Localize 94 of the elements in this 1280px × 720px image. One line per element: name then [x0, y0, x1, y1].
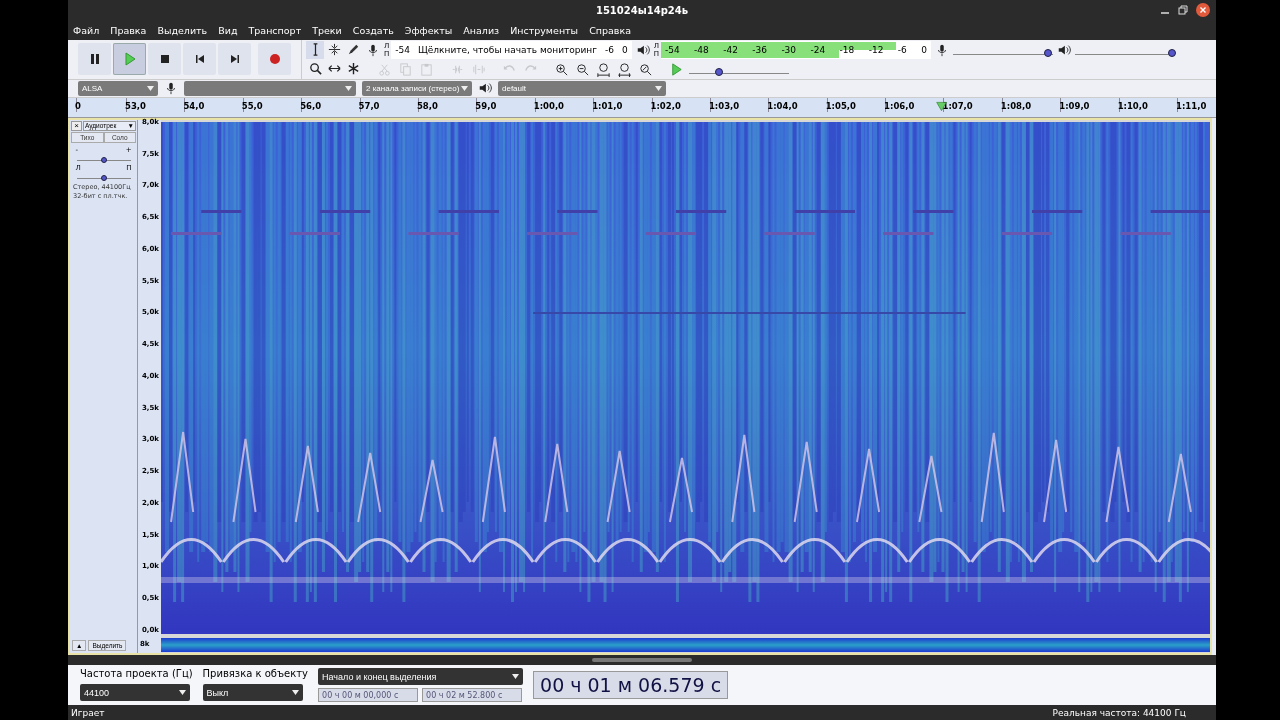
selection-mode-dropdown[interactable]: Начало и конец выделения	[318, 668, 524, 686]
time-label: 58,0	[417, 97, 477, 112]
menu-item[interactable]: Инструменты	[510, 25, 579, 37]
close-icon[interactable]	[1196, 3, 1210, 17]
menu-item[interactable]: Транспорт	[248, 25, 302, 37]
fit-selection-button[interactable]	[595, 60, 612, 78]
meter-tick-label: -18	[839, 44, 855, 55]
copy-icon	[398, 61, 413, 77]
menu-item[interactable]: Файл	[73, 25, 100, 37]
pause-button[interactable]	[78, 43, 111, 76]
selection-start-field[interactable]: 00 ч 00 м 00,000 с	[318, 688, 419, 703]
meter-tick-label: -36	[752, 44, 767, 55]
speaker-icon	[1056, 42, 1071, 57]
skip-start-button[interactable]	[183, 43, 216, 76]
time-label: 59,0	[476, 97, 535, 112]
recording-channels-dropdown[interactable]: 2 канала записи (стерео)	[362, 80, 472, 96]
meter-tick-label: -24	[810, 44, 826, 55]
skip-end-button[interactable]	[218, 43, 251, 76]
time-label: 57,0	[359, 97, 418, 112]
project-rate-label: Частота проекта (Гц)	[80, 668, 193, 680]
caret-icon	[147, 85, 154, 91]
zoom-icon	[307, 61, 323, 77]
time-label: 1:08,0	[1001, 97, 1061, 112]
time-label: 1:09,0	[1060, 97, 1119, 112]
snap-to-label: Привязка к объекту	[202, 668, 309, 680]
time-label: 53,0	[126, 97, 185, 112]
slider-thumb[interactable]	[715, 68, 723, 77]
restore-icon[interactable]	[1178, 5, 1188, 15]
slider-thumb[interactable]	[100, 174, 107, 181]
slider-thumb[interactable]	[1167, 48, 1176, 57]
menu-item[interactable]: Треки	[312, 25, 342, 37]
caret-icon	[512, 674, 520, 680]
record-button[interactable]	[258, 43, 291, 76]
fit-selection-icon	[596, 61, 611, 77]
menu-item[interactable]: Эффекты	[404, 25, 453, 37]
fit-project-icon	[617, 61, 632, 77]
menu-item[interactable]: Анализ	[463, 25, 500, 37]
slider-thumb[interactable]	[100, 156, 107, 163]
status-text: Реальная частота: 44100 Гц	[1052, 707, 1186, 718]
time-label: 0	[76, 97, 126, 112]
menu-item[interactable]: Создать	[352, 25, 394, 37]
timeline-ruler[interactable]: 0 53,0 54,0 55,0 56,0 57,0 58,0 59,0 1:00,0 1:01,0 1:02,0 1:03,0 1:04,0 1:05,0 1:06,0 1:07,0 1:08,0 1:09,0 1:10,0 1:11,0	[68, 97, 1216, 118]
menu-item[interactable]: Правка	[110, 25, 147, 37]
stop-button[interactable]	[148, 43, 181, 76]
meter-tick-label: -6	[897, 44, 907, 55]
record-meter[interactable]: -54 Щёлкните, чтобы начать мониторинг -6 0	[391, 40, 632, 59]
zoom-in-icon	[554, 61, 569, 77]
caret-icon	[291, 690, 299, 696]
time-label: 1:01,0	[593, 97, 652, 112]
time-label: 54,0	[184, 97, 243, 112]
window-title: 151024ы14р24ь	[595, 5, 689, 17]
time-label: 1:00,0	[534, 97, 594, 112]
meter-tick-label: -48	[694, 44, 709, 55]
time-label: 1:04,0	[768, 97, 827, 112]
time-label: 1:11,0	[1177, 97, 1236, 112]
envelope-icon	[326, 42, 342, 58]
meter-tick-label: -30	[781, 44, 797, 55]
project-rate-dropdown[interactable]: 44100	[80, 684, 190, 702]
menu-item[interactable]: Вид	[218, 25, 238, 37]
caret-icon	[179, 690, 186, 696]
snap-to-dropdown[interactable]: Выкл	[202, 684, 303, 702]
time-label: 1:10,0	[1118, 97, 1178, 112]
play-icon	[669, 61, 684, 77]
time-label: 1:03,0	[709, 97, 769, 112]
recording-device-dropdown[interactable]	[184, 80, 356, 96]
meter-tick-label: -42	[723, 44, 738, 55]
time-label: 56,0	[301, 97, 360, 112]
caret-icon	[461, 85, 468, 91]
time-label: 55,0	[242, 97, 302, 112]
fit-project-button[interactable]	[616, 60, 633, 78]
caret-icon	[655, 85, 662, 91]
time-label: 1:02,0	[651, 97, 710, 112]
paste-icon	[419, 61, 434, 77]
playback-device-dropdown[interactable]: default	[498, 80, 666, 96]
meter-tick-label: -54	[664, 44, 680, 55]
close-track-button[interactable]: ×	[71, 120, 82, 131]
zoom-toggle-icon	[638, 61, 653, 77]
zoom-out-icon	[575, 61, 590, 77]
menu-item[interactable]: Выделить	[157, 25, 208, 37]
select-tool[interactable]	[306, 40, 324, 59]
microphone-icon	[164, 81, 178, 96]
menu-item[interactable]: Справка	[589, 25, 631, 37]
selection-end-field[interactable]: 00 ч 02 м 52.800 с	[422, 688, 523, 703]
status-text: Играет	[71, 707, 105, 718]
caret-icon	[345, 85, 352, 91]
scrollbar-thumb[interactable]	[592, 658, 692, 663]
microphone-icon	[366, 42, 380, 57]
audio-position-field[interactable]: 00 ч 01 м 06.579 с	[533, 671, 729, 700]
slider-thumb[interactable]	[1043, 48, 1052, 57]
meter-tick-label: 0	[921, 44, 927, 55]
audio-host-dropdown[interactable]: ALSA	[78, 80, 158, 96]
speaker-icon	[635, 42, 650, 57]
time-label: 1:05,0	[826, 97, 886, 112]
meter-tick-label: -12	[868, 44, 884, 55]
